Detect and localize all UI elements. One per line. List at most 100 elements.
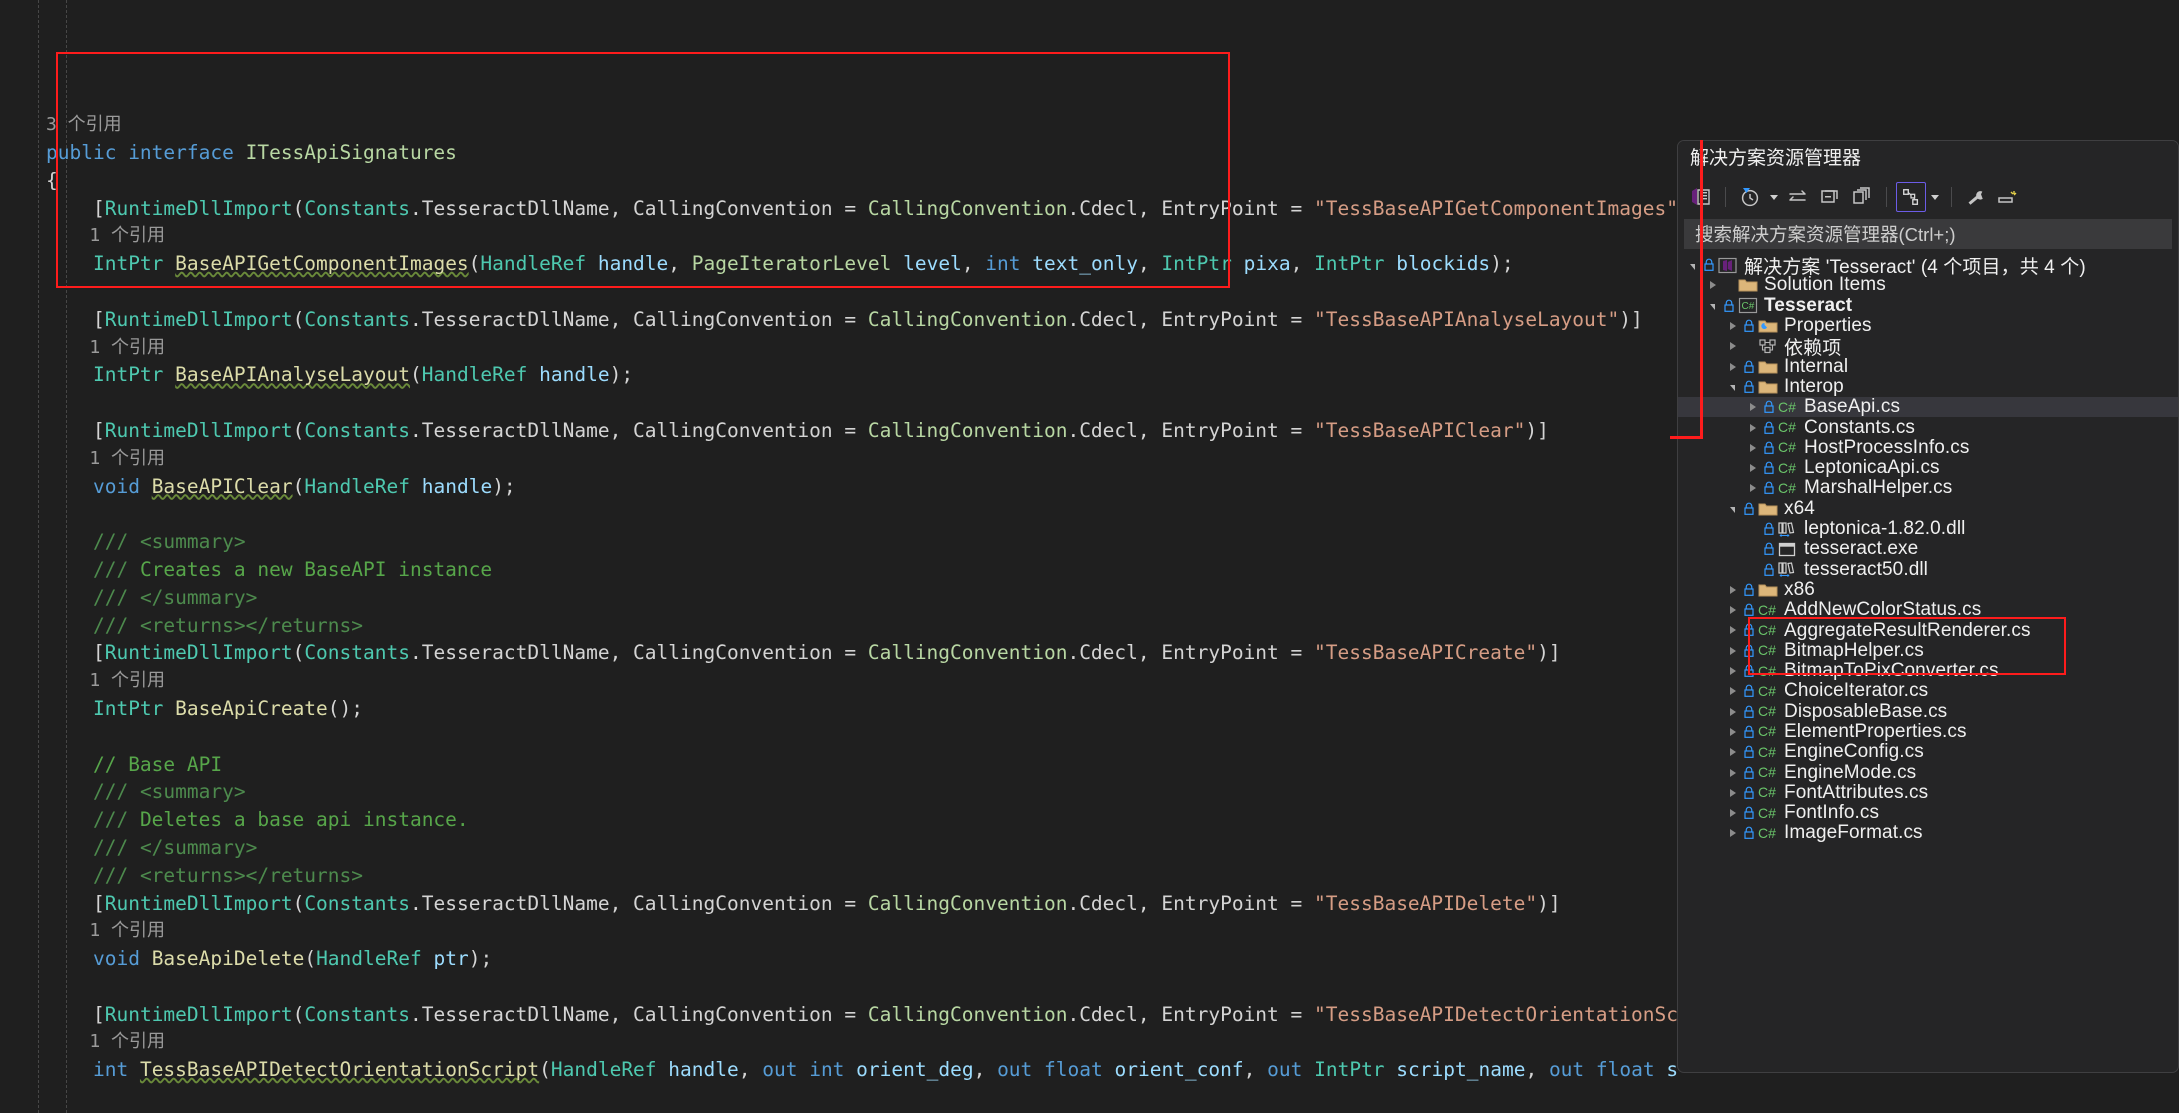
svg-text:C#: C# [1758,602,1776,618]
view-code-icon[interactable] [1896,182,1926,212]
lock-icon [1741,380,1756,394]
properties-icon[interactable] [1961,182,1991,212]
tree-item[interactable]: C# DisposableBase.cs [1678,701,2178,722]
chevron-right-icon[interactable] [1724,829,1741,837]
solution-explorer-tree[interactable]: 解决方案 'Tesseract' (4 个项目，共 4 个) Solution I… [1678,249,2178,844]
chevron-right-icon[interactable] [1744,484,1761,492]
tree-item[interactable]: C# ImageFormat.cs [1678,822,2178,843]
tree-item[interactable]: C# BitmapToPixConverter.cs [1678,660,2178,681]
pending-changes-chevron-down-icon[interactable] [1767,184,1781,210]
tree-item[interactable]: C# ChoiceIterator.cs [1678,680,2178,701]
chevron-right-icon[interactable] [1724,728,1741,736]
tree-item[interactable]: C# EngineMode.cs [1678,762,2178,783]
tree-item-label: Tesseract [1764,294,1853,316]
code-line: [RuntimeDllImport(Constants.TesseractDll… [92,641,1561,665]
chevron-right-icon[interactable] [1724,667,1741,675]
tree-item[interactable]: C# FontInfo.cs [1678,802,2178,823]
codelens-reference-count[interactable]: 1 个引用 [0,917,1677,945]
cs-file-icon: C# [1756,825,1779,842]
code-line: [RuntimeDllImport(Constants.TesseractDll… [92,1002,1677,1026]
lock-icon [1741,502,1756,516]
tree-item[interactable]: C# AggregateResultRenderer.cs [1678,620,2178,641]
chevron-down-icon[interactable] [1684,261,1701,270]
tree-item[interactable]: Internal [1678,356,2178,377]
tree-item[interactable]: C# ElementProperties.cs [1678,721,2178,742]
chevron-right-icon[interactable] [1724,769,1741,777]
tree-item[interactable]: tesseract.exe [1678,538,2178,559]
solution-explorer-toolbar[interactable] [1678,177,2178,217]
chevron-right-icon[interactable] [1724,789,1741,797]
chevron-right-icon[interactable] [1724,342,1741,350]
code-line: int TessBaseAPIDetectOrientationScript(H… [92,1058,1677,1082]
code-line: /// </summary> [92,585,258,609]
tree-item[interactable]: C# FontAttributes.cs [1678,782,2178,803]
chevron-right-icon[interactable] [1724,687,1741,695]
chevron-right-icon[interactable] [1724,363,1741,371]
codelens-reference-count[interactable]: 1 个引用 [0,445,1677,473]
tree-item[interactable]: C# MarshalHelper.cs [1678,477,2178,499]
tree-item-label: MarshalHelper.cs [1804,477,1953,499]
tree-item[interactable]: C# AddNewColorStatus.cs [1678,599,2178,620]
chevron-right-icon[interactable] [1724,606,1741,614]
codelens-reference-count[interactable]: 1 个引用 [0,222,1677,250]
chevron-right-icon[interactable] [1724,748,1741,756]
code-editor[interactable]: 3 个引用 public interface ITessApiSignatures… [0,0,1677,1113]
dll-icon [1776,521,1799,538]
tree-item[interactable]: x86 [1678,579,2178,600]
pending-changes-icon[interactable] [1735,182,1765,212]
collapse-all-icon[interactable] [1815,182,1845,212]
chevron-right-icon[interactable] [1744,403,1761,411]
tree-item[interactable]: C# Constants.cs [1678,417,2178,438]
folder-icon [1756,359,1779,375]
lock-icon [1741,319,1756,333]
svg-text:C#: C# [1758,622,1776,638]
tree-item[interactable]: C# EngineConfig.cs [1678,741,2178,762]
codelens-reference-count[interactable]: 1 个引用 [0,667,1677,695]
chevron-right-icon[interactable] [1724,809,1741,817]
chevron-right-icon[interactable] [1744,464,1761,472]
tree-item[interactable]: C# Tesseract [1678,294,2178,316]
sync-with-active-document-icon[interactable] [1783,182,1813,212]
solution-explorer-title: 解决方案资源管理器 [1678,141,2178,177]
codelens-reference-count[interactable]: 1 个引用 [0,334,1677,362]
chevron-right-icon[interactable] [1724,322,1741,330]
tree-item[interactable]: C# BaseApi.cs [1678,396,2178,418]
tree-item[interactable]: tesseract50.dll [1678,559,2178,580]
tree-item[interactable]: C# HostProcessInfo.cs [1678,437,2178,458]
codelens-reference-count[interactable]: 1 个引用 [0,1028,1677,1056]
tree-item[interactable]: x64 [1678,498,2178,519]
svg-text:C#: C# [1778,419,1796,435]
codelens-reference-count[interactable]: 3 个引用 [0,111,1677,139]
chevron-down-icon[interactable] [1724,504,1741,513]
svg-text:C#: C# [1758,723,1776,739]
chevron-right-icon[interactable] [1724,586,1741,594]
view-code-chevron-down-icon[interactable] [1928,184,1942,210]
chevron-down-icon[interactable] [1724,382,1741,391]
tree-item[interactable]: 依赖项 [1678,336,2178,359]
tree-item[interactable]: Properties [1678,315,2178,336]
tree-item[interactable]: leptonica-1.82.0.dll [1678,518,2178,539]
tree-item-label: BitmapHelper.cs [1784,639,1924,661]
solution-explorer-search-input[interactable]: 搜索解决方案资源管理器(Ctrl+;) [1684,219,2172,249]
chevron-right-icon[interactable] [1744,444,1761,452]
preview-selected-items-icon[interactable] [1993,182,2023,212]
chevron-right-icon[interactable] [1724,708,1741,716]
chevron-down-icon[interactable] [1704,301,1721,310]
tree-item[interactable]: C# LeptonicaApi.cs [1678,457,2178,478]
show-all-files-icon[interactable] [1847,182,1877,212]
tree-item[interactable]: 解决方案 'Tesseract' (4 个项目，共 4 个) [1678,255,2178,278]
solution-explorer-panel[interactable]: 解决方案资源管理器 搜索解决方案资源管理器(Ctrl+;) 解决方案 'Tess… [1677,140,2179,1073]
svg-text:C#: C# [1758,703,1776,719]
svg-text:C#: C# [1741,301,1754,312]
chevron-right-icon[interactable] [1724,647,1741,655]
chevron-right-icon[interactable] [1744,424,1761,432]
tree-item[interactable]: Interop [1678,376,2178,397]
lock-icon [1741,623,1756,637]
chevron-right-icon[interactable] [1724,626,1741,634]
svg-text:C#: C# [1778,439,1796,455]
tree-item[interactable]: C# BitmapHelper.cs [1678,639,2178,661]
code-line: /// Deletes a base api instance. [92,808,469,832]
chevron-right-icon[interactable] [1704,281,1721,289]
